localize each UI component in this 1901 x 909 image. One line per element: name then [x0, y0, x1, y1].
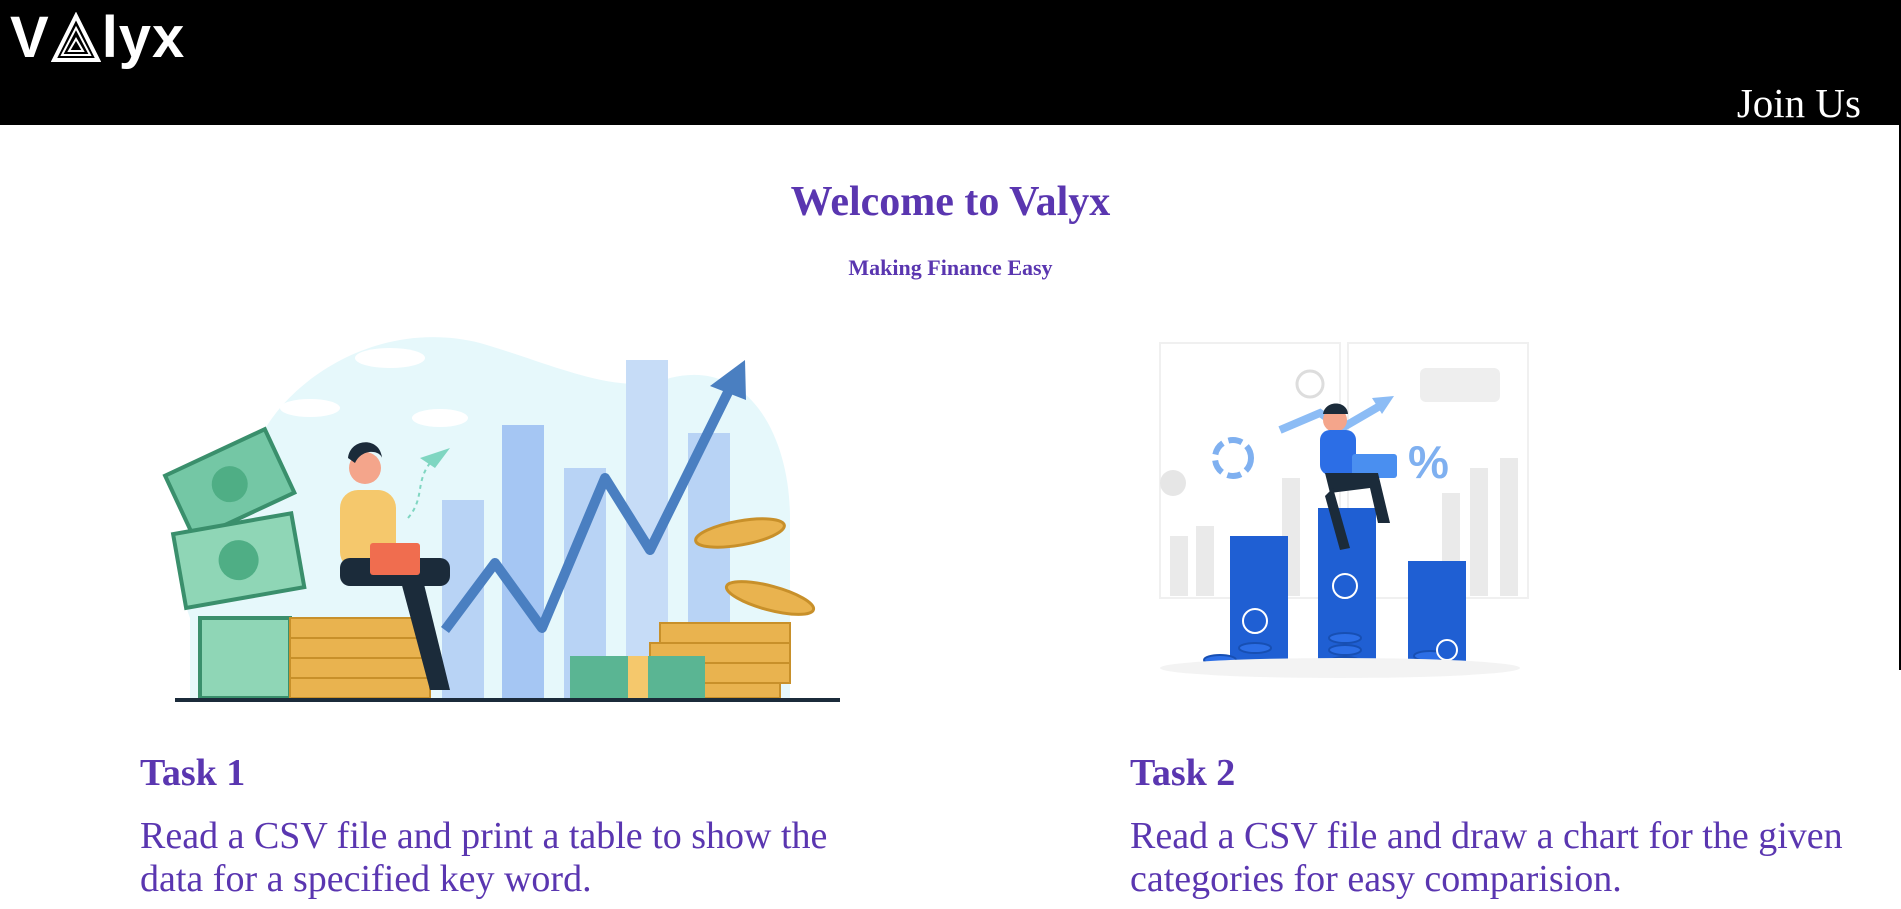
- svg-text:%: %: [1408, 436, 1449, 488]
- task-1-description: Read a CSV file and print a table to sho…: [140, 815, 828, 900]
- logo-text-end: lyx: [101, 5, 186, 70]
- logo-triangle-icon: [50, 12, 101, 62]
- join-us-link[interactable]: Join Us: [1737, 78, 1861, 128]
- task-2-description: Read a CSV file and draw a chart for the…: [1130, 815, 1843, 900]
- task-1-title: Task 1: [140, 752, 246, 794]
- valyx-logo[interactable]: V lyx: [10, 8, 185, 68]
- logo-text-start: V: [10, 5, 50, 70]
- finance-growth-illustration: [162, 337, 840, 702]
- task-2-title: Task 2: [1130, 752, 1236, 794]
- bar-chart-person-illustration: %: [1159, 342, 1529, 678]
- page-subtitle: Making Finance Easy: [848, 255, 1053, 280]
- page-title: Welcome to Valyx: [790, 179, 1111, 225]
- top-navbar: V lyx Join Us: [0, 0, 1901, 128]
